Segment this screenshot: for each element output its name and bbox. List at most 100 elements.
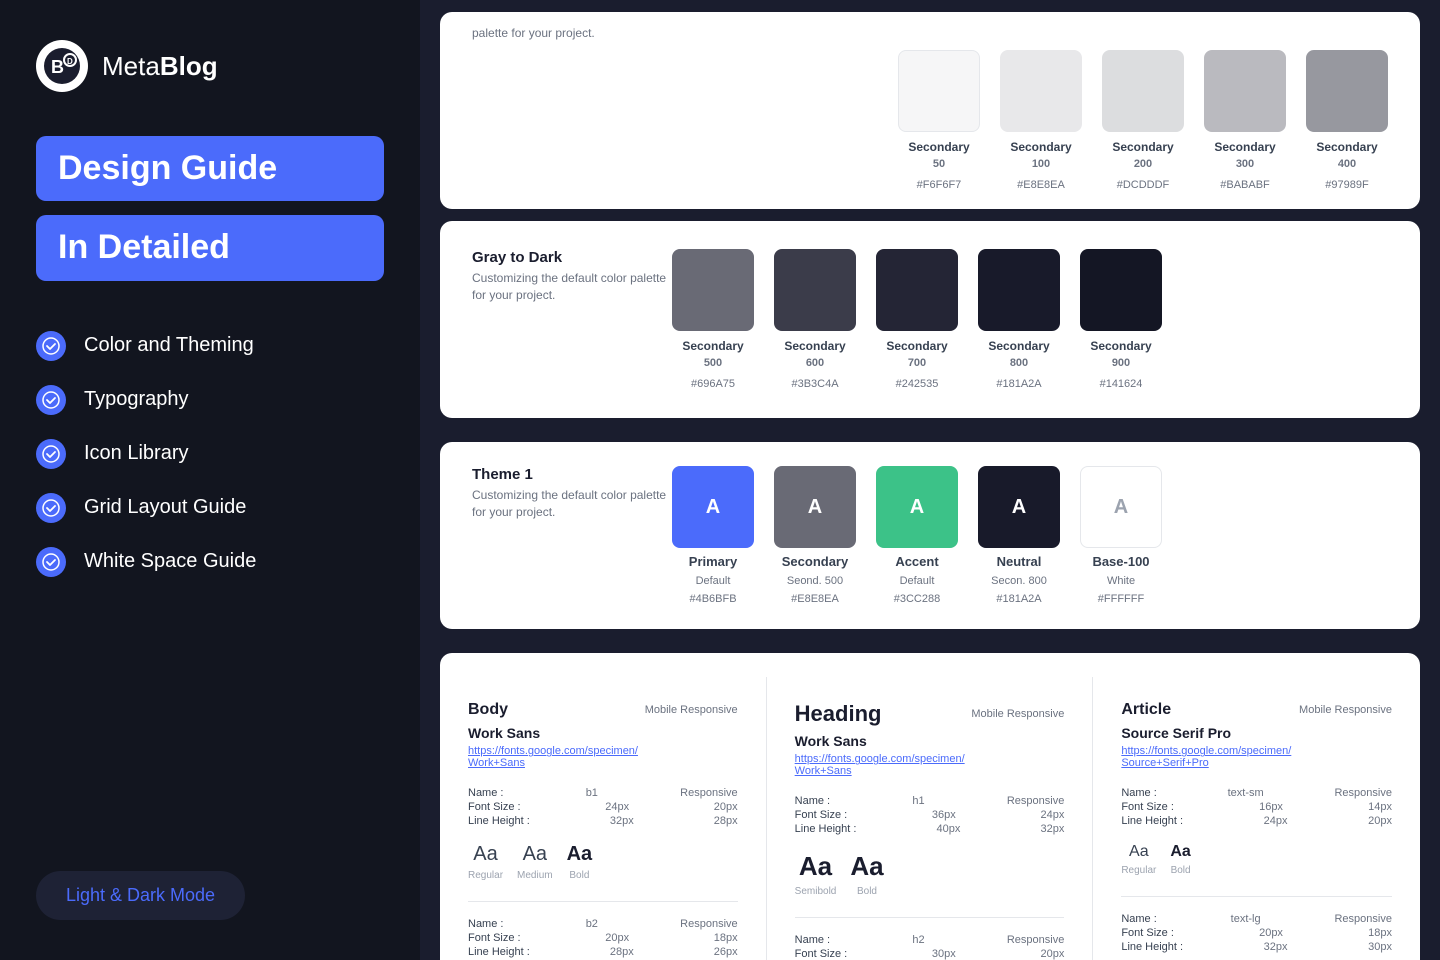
typo-aa-glyph: Aa [473,843,497,866]
body-col-title: Body [468,701,508,719]
typo-example: Aa Bold [850,851,883,897]
swatch-item: Secondary800 #181A2A [978,249,1060,390]
color-top-desc: palette for your project. [472,26,1388,40]
theme-swatch-neutral: A Neutral Secon. 800 #181A2A [978,466,1060,605]
typography-heading-col: Heading Mobile Responsive Work Sans http… [767,677,1094,960]
section-title: Gray to Dark [472,249,672,266]
swatch-color [1306,50,1388,132]
typo-aa-glyph: Aa [1129,843,1149,861]
section-title: Theme 1 [472,466,672,483]
theme-swatch-secondary: A Secondary Seond. 500 #E8E8EA [774,466,856,605]
typo-aa-glyph: Aa [850,851,883,882]
article-font-link[interactable]: https://fonts.google.com/specimen/Source… [1121,745,1392,769]
hero-title-2: In Detailed [36,215,384,280]
swatch-item: Secondary100 #E8E8EA [1000,50,1082,191]
article-textsm-spec: Name :text-smResponsive Font Size :16px1… [1121,787,1392,827]
sidebar: B D MetaBlog Design Guide In Detailed Co… [0,0,420,960]
body-b2-spec: Name :b2Responsive Font Size :20px18px L… [468,918,738,958]
light-dark-mode-button[interactable]: Light & Dark Mode [36,871,245,920]
sidebar-item-icon-library[interactable]: Icon Library [36,439,384,469]
gray-to-dark-label: Gray to Dark Customizing the default col… [472,249,672,304]
swatch-item: Secondary500 #696A75 [672,249,754,390]
hero-title-1: Design Guide [36,136,384,201]
body-font-link[interactable]: https://fonts.google.com/specimen/Work+S… [468,745,738,769]
nav-items: Color and Theming Typography Icon Librar… [36,331,384,577]
swatch-color: A [1080,466,1162,548]
typography-grid: Body Mobile Responsive Work Sans https:/… [440,677,1420,960]
theme-swatch-primary: A Primary Default #4B6BFB [672,466,754,605]
typo-example: Aa Bold [1170,843,1190,876]
swatch-color [1000,50,1082,132]
sidebar-item-white-space[interactable]: White Space Guide [36,547,384,577]
swatch-color: A [672,466,754,548]
swatch-item: Secondary700 #242535 [876,249,958,390]
article-textlg-spec: Name :text-lgResponsive Font Size :20px1… [1121,913,1392,953]
logo-text: MetaBlog [102,51,218,82]
logo-icon: B D [36,40,88,92]
body-mobile-badge: Mobile Responsive [645,704,738,716]
heading-col-title: Heading [795,701,882,727]
article-col-header: Article Mobile Responsive [1121,701,1392,719]
typography-article-col: Article Mobile Responsive Source Serif P… [1093,677,1420,960]
divider [468,901,738,902]
swatch-color [1080,249,1162,331]
typo-aa-glyph: Aa [799,851,832,882]
sidebar-item-label: Grid Layout Guide [84,496,246,519]
typo-example: Aa Semibold [795,851,837,897]
typo-example: Aa Regular [468,843,503,881]
content-area: palette for your project. Secondary50 #F… [420,0,1440,960]
swatch-item: Secondary200 #DCDDDF [1102,50,1184,191]
gray-to-dark-section: Gray to Dark Customizing the default col… [440,221,1420,418]
theme1-label: Theme 1 Customizing the default color pa… [472,466,672,521]
color-top-swatches: Secondary50 #F6F6F7 Secondary100 #E8E8EA… [472,50,1388,191]
body-b1-spec: Name :b1Responsive Font Size :24px20px L… [468,787,738,827]
svg-text:B: B [51,57,64,77]
heading-col-header: Heading Mobile Responsive [795,701,1065,727]
swatch-color: A [774,466,856,548]
article-col-title: Article [1121,701,1171,719]
check-circle-icon [36,493,66,523]
check-circle-icon [36,331,66,361]
sidebar-item-grid-layout[interactable]: Grid Layout Guide [36,493,384,523]
theme1-section: Theme 1 Customizing the default color pa… [440,442,1420,629]
divider [1121,896,1392,897]
swatch-item: Secondary600 #3B3C4A [774,249,856,390]
heading-font-link[interactable]: https://fonts.google.com/specimen/Work+S… [795,753,1065,777]
body-font-name: Work Sans [468,725,738,741]
typography-section: Body Mobile Responsive Work Sans https:/… [440,653,1420,960]
sidebar-item-label: Color and Theming [84,334,254,357]
sidebar-item-color-theming[interactable]: Color and Theming [36,331,384,361]
swatch-item: Secondary50 #F6F6F7 [898,50,980,191]
heading-h1-spec: Name :h1Responsive Font Size :36px24px L… [795,795,1065,835]
theme1-swatches: A Primary Default #4B6BFB A Secondary Se… [672,466,1388,605]
article-textsm-examples: Aa Regular Aa Bold [1121,843,1392,876]
sidebar-item-typography[interactable]: Typography [36,385,384,415]
typography-body-col: Body Mobile Responsive Work Sans https:/… [440,677,767,960]
sidebar-item-label: Icon Library [84,442,189,465]
check-circle-icon [36,439,66,469]
swatch-item: Secondary400 #97989F [1306,50,1388,191]
section-desc: Customizing the default color palette fo… [472,487,672,521]
section-desc: Customizing the default color palette fo… [472,270,672,304]
body-col-header: Body Mobile Responsive [468,701,738,719]
body-b1-examples: Aa Regular Aa Medium Aa Bold [468,843,738,881]
theme-swatch-accent: A Accent Default #3CC288 [876,466,958,605]
theme-swatch-base: A Base-100 White #FFFFFF [1080,466,1162,605]
heading-h2-spec: Name :h2Responsive Font Size :30px20px L… [795,934,1065,960]
check-circle-icon [36,385,66,415]
gray-to-dark-swatches: Secondary500 #696A75 Secondary600 #3B3C4… [672,249,1388,390]
typo-aa-glyph: Aa [1170,843,1190,861]
heading-mobile-badge: Mobile Responsive [971,708,1064,720]
swatch-color [774,249,856,331]
swatch-color: A [978,466,1060,548]
logo-area: B D MetaBlog [36,40,384,92]
swatch-item: Secondary900 #141624 [1080,249,1162,390]
swatch-color [1204,50,1286,132]
heading-font-name: Work Sans [795,733,1065,749]
typo-example: Aa Regular [1121,843,1156,876]
sidebar-item-label: White Space Guide [84,550,256,573]
divider [795,917,1065,918]
sidebar-item-label: Typography [84,388,189,411]
typo-example: Aa Medium [517,843,553,881]
swatch-color [898,50,980,132]
